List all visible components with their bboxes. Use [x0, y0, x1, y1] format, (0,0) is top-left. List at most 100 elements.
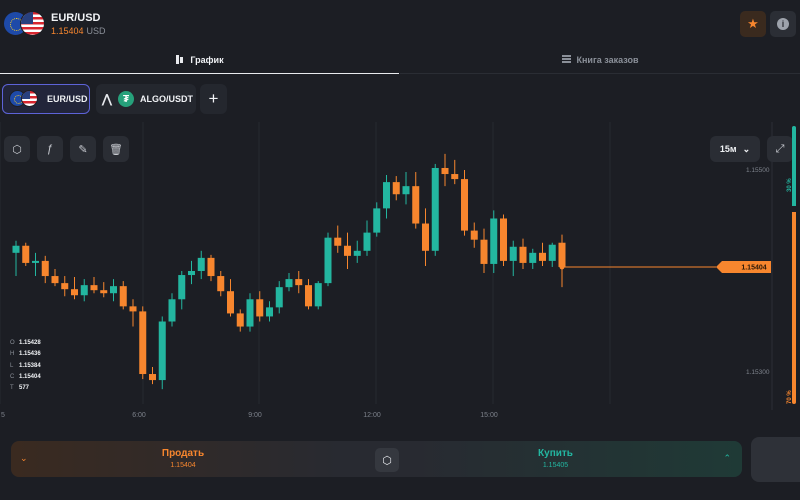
candle-body: [158, 321, 166, 381]
candle-body: [41, 260, 49, 277]
candle-body: [451, 174, 459, 180]
pair-title: EUR/USD: [51, 12, 101, 24]
candle-body: [363, 232, 371, 251]
ohlc-open-key: O: [10, 340, 15, 346]
ohlc-close-key: C: [10, 373, 15, 380]
sentiment-bar: 30 % 70 %: [787, 122, 800, 410]
x-tick-label: 6:00: [132, 412, 146, 419]
candle-body: [12, 245, 20, 253]
x-tick-label: 5: [1, 412, 5, 419]
ohlc-panel: O 1.15428 H 1.15436 L 1.15384 C 1.15404 T 577: [10, 338, 41, 394]
candle-body: [422, 223, 429, 251]
chart-area[interactable]: 1.15404 1.15500 1.15300 6:00 9:00 12:00 15:00 5…: [0, 122, 800, 430]
ohlc-volume: T 577: [10, 383, 41, 394]
buy-price: 1.15405: [542, 462, 569, 469]
orderbook-icon: [561, 55, 571, 64]
current-price-label: 1.15404: [741, 264, 766, 271]
ohlc-low: L 1.15384: [10, 361, 41, 372]
candle-body: [529, 252, 537, 263]
header: EUR/USD 1.15404 USD ★ i: [0, 0, 800, 46]
candle-body: [392, 182, 400, 195]
candle-body: [61, 283, 69, 290]
candle-body: [139, 311, 147, 375]
add-instrument-button[interactable]: +: [200, 84, 227, 114]
star-icon: ★: [747, 16, 759, 31]
candle-body: [285, 279, 293, 288]
ohlc-low-key: L: [10, 362, 14, 369]
sell-button[interactable]: ⌄ Продать 1.15404: [11, 441, 371, 477]
candle-body: [539, 252, 546, 261]
candle-body: [129, 306, 137, 312]
indicator-settings-button[interactable]: ⬡: [4, 136, 30, 162]
indicators-button[interactable]: ƒ: [37, 136, 63, 162]
candle-body: [32, 260, 39, 263]
instrument-chip-algousdt[interactable]: ⋀ ₮ ALGO/USDT: [96, 84, 196, 114]
sentiment-track: [792, 126, 796, 404]
candle-body: [373, 208, 381, 233]
delete-drawings-button[interactable]: 🗑: [103, 136, 129, 162]
tab-orderbook[interactable]: Книга заказов: [400, 46, 800, 74]
pair-price-value: 1.15404: [51, 26, 84, 36]
buy-button[interactable]: Купить 1.15405 ⌃: [383, 441, 742, 477]
info-button[interactable]: i: [770, 11, 796, 37]
ohlc-open-value: 1.15428: [19, 340, 41, 346]
trash-icon: 🗑: [109, 143, 123, 156]
tab-chart[interactable]: График: [0, 46, 399, 74]
candle-body: [509, 246, 517, 261]
ohlc-high-key: H: [10, 351, 15, 358]
view-tabs: График Книга заказов: [0, 46, 800, 74]
candle-body: [500, 218, 507, 261]
x-tick-label: 15:00: [480, 412, 498, 419]
drawing-button[interactable]: ✎: [70, 136, 96, 162]
candle-body: [100, 290, 108, 294]
instrument-chip-eurusd[interactable]: EUR/USD: [2, 84, 90, 114]
tab-chart-label: График: [190, 54, 224, 65]
candle-body: [90, 285, 98, 291]
candle-body: [207, 257, 215, 277]
candle-body: [431, 167, 439, 251]
candle-body: [149, 374, 156, 381]
candle-body: [236, 313, 244, 327]
pair-price-unit: USD: [86, 26, 106, 36]
candle-body: [461, 179, 468, 231]
plus-icon: +: [208, 89, 219, 108]
info-icon: i: [777, 18, 789, 30]
candle-body: [383, 182, 390, 209]
ohlc-high: H 1.15436: [10, 349, 41, 360]
favorite-button[interactable]: ★: [740, 11, 766, 37]
side-panel[interactable]: [751, 437, 800, 482]
hexagon-settings-icon: ⬡: [12, 143, 22, 156]
trading-app: EUR/USD 1.15404 USD ★ i График Книга зака…: [0, 0, 800, 500]
candle-body: [246, 299, 254, 327]
candle-body: [110, 286, 117, 294]
candle-body: [519, 246, 527, 263]
candle-body: [197, 257, 205, 271]
candle-body: [470, 230, 478, 240]
y-tick-label: 1.15500: [746, 167, 770, 174]
candle-body: [480, 239, 488, 264]
candlestick-chart[interactable]: 1.15404 1.15500 1.15300 6:00 9:00 12:00 15:00 5: [0, 122, 800, 430]
ohlc-open: O 1.15428: [10, 338, 41, 349]
candle-body: [402, 186, 410, 195]
candle-body: [217, 276, 225, 292]
tab-orderbook-label: Книга заказов: [576, 54, 639, 65]
function-icon: ƒ: [46, 143, 54, 155]
candle-body: [71, 289, 78, 296]
expand-icon: ⤢: [775, 142, 785, 155]
candle-body: [344, 245, 351, 256]
sell-price: 1.15404: [170, 462, 196, 469]
x-tick-label: 9:00: [248, 412, 262, 419]
us-flag-icon: [20, 11, 45, 36]
timeframe-select[interactable]: 15м ⌄: [710, 136, 760, 162]
pair-flags-icon: [3, 10, 47, 38]
candle-body: [324, 237, 332, 284]
candle-body: [548, 244, 556, 261]
ohlc-close-value: 1.15404: [19, 373, 41, 380]
candle-body: [334, 237, 342, 246]
candle-body: [178, 275, 186, 300]
ohlc-volume-value: 577: [19, 385, 30, 392]
pair-price: 1.15404 USD: [51, 26, 106, 36]
x-tick-label: 12:00: [363, 412, 381, 419]
candle-body: [353, 250, 361, 256]
ohlc-close: C 1.15404: [10, 372, 41, 383]
